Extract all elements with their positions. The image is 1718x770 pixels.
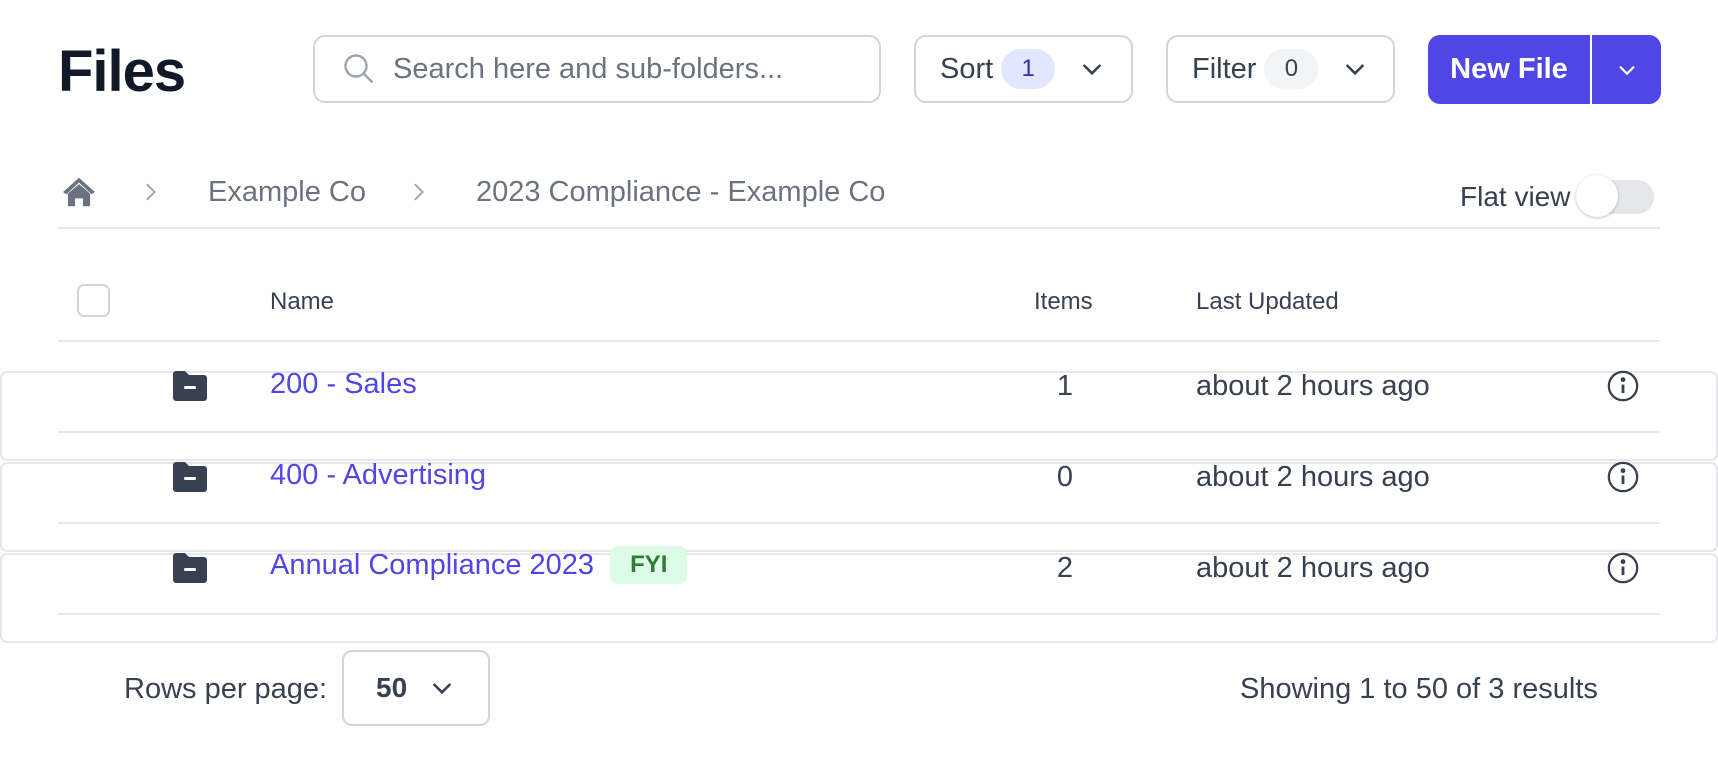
search-icon [344, 54, 374, 84]
flat-view-label: Flat view [1460, 181, 1571, 212]
column-header-last-updated[interactable]: Last Updated [1196, 288, 1339, 316]
flat-view-control: Flat view [1460, 175, 1655, 217]
breadcrumb-item[interactable]: Example Co [208, 176, 366, 209]
table-row: Annual Compliance 2023 FYI 2 about 2 hour… [0, 524, 1718, 643]
breadcrumb-item-current[interactable]: 2023 Compliance - Example Co [476, 176, 885, 209]
folder-link[interactable]: Annual Compliance 2023 [270, 549, 594, 581]
last-updated: about 2 hours ago [1196, 370, 1430, 402]
chevron-down-icon [1618, 65, 1635, 75]
toggle-knob [1576, 175, 1619, 217]
table-row: 400 - Advertising 0 about 2 hours ago [0, 433, 1718, 552]
filter-label: Filter [1192, 52, 1257, 85]
items-count: 2 [1056, 552, 1074, 584]
column-header-name[interactable]: Name [270, 288, 334, 316]
new-file-split-button: New File [1428, 35, 1661, 104]
filter-count-badge: 0 [1264, 49, 1319, 89]
page-title: Files [58, 39, 186, 104]
flat-view-toggle[interactable] [1576, 175, 1655, 217]
rows-per-page-value: 50 [376, 672, 408, 703]
new-file-menu-button[interactable] [1592, 35, 1661, 104]
folder-name-cell: Annual Compliance 2023 FYI [270, 546, 688, 584]
results-summary: Showing 1 to 50 of 3 results [1240, 673, 1598, 705]
select-all-checkbox[interactable] [77, 284, 110, 317]
chevron-down-icon [1083, 64, 1102, 76]
rows-per-page-select[interactable]: 50 [342, 650, 490, 726]
items-count: 0 [1056, 461, 1074, 493]
folder-link[interactable]: 400 - Advertising [270, 459, 486, 492]
divider [58, 227, 1660, 229]
column-header-items[interactable]: Items [1034, 288, 1093, 316]
rows-per-page-label: Rows per page: [124, 673, 328, 705]
folder-icon [173, 462, 207, 492]
fyi-tag: FYI [610, 546, 688, 584]
search-input-wrapper[interactable] [313, 35, 881, 103]
filter-button[interactable]: Filter 0 [1166, 35, 1395, 103]
items-count: 1 [1056, 370, 1074, 402]
info-icon[interactable] [1606, 369, 1640, 403]
chevron-right-icon [146, 183, 156, 201]
folder-icon [173, 371, 207, 401]
sort-label: Sort [940, 52, 994, 85]
sort-button[interactable]: Sort 1 [914, 35, 1133, 103]
breadcrumb: Example Co 2023 Compliance - Example Co [60, 170, 885, 214]
home-icon[interactable] [60, 173, 98, 211]
search-input[interactable] [393, 52, 853, 86]
last-updated: about 2 hours ago [1196, 461, 1430, 493]
info-icon[interactable] [1606, 551, 1640, 585]
folder-icon [173, 553, 207, 583]
chevron-down-icon [1346, 64, 1365, 76]
row-checkbox[interactable] [0, 553, 1718, 643]
info-icon[interactable] [1606, 460, 1640, 494]
last-updated: about 2 hours ago [1196, 552, 1430, 584]
divider [58, 613, 1660, 615]
new-file-button[interactable]: New File [1428, 35, 1592, 104]
table-row: 200 - Sales 1 about 2 hours ago [0, 342, 1718, 461]
sort-count-badge: 1 [1001, 49, 1056, 89]
folder-link[interactable]: 200 - Sales [270, 368, 417, 401]
chevron-right-icon [414, 183, 424, 201]
chevron-down-icon [433, 683, 452, 695]
